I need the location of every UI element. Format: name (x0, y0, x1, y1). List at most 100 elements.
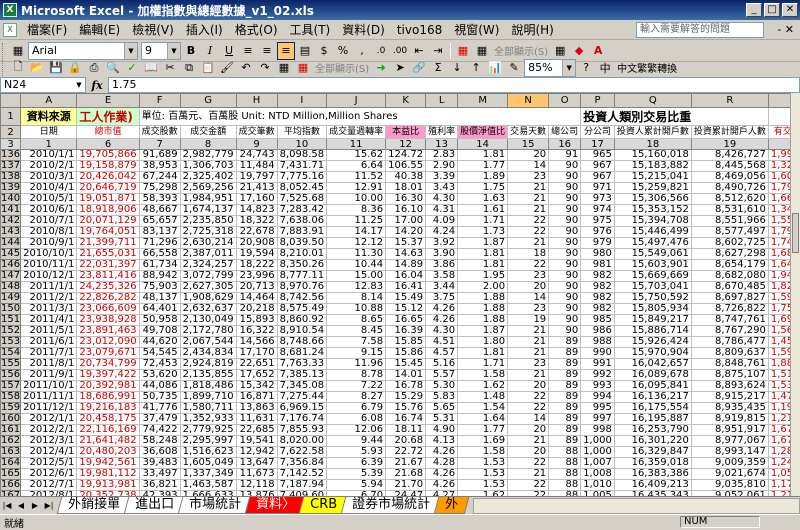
cell[interactable]: 20,392,981 (76, 380, 140, 392)
ime-convert-button[interactable]: 中文繁繁轉換 (615, 60, 679, 75)
cell[interactable]: 1,352,933 (179, 413, 237, 425)
cell[interactable]: 15,342 (235, 380, 278, 392)
cell[interactable]: 8,951,917 (690, 424, 769, 436)
cell[interactable]: 994 (580, 391, 615, 403)
cell[interactable]: 1,591,470 (767, 292, 790, 304)
cell[interactable]: 8,970.76 (276, 281, 328, 293)
row-header[interactable]: 144 (0, 237, 22, 249)
cell[interactable]: 15.62 (326, 149, 387, 161)
cell[interactable]: 1,580,711 (179, 402, 237, 414)
cell[interactable]: 22,116,169 (76, 424, 140, 436)
cell[interactable]: 8,551,966 (690, 215, 769, 227)
cell[interactable]: 2,172,780 (179, 325, 237, 337)
cell[interactable]: 11.25 (326, 215, 387, 227)
select-all-corner[interactable] (0, 93, 22, 108)
cell[interactable]: 90 (548, 270, 582, 282)
cell[interactable]: 14.17 (326, 226, 387, 238)
cell[interactable]: 8,052.45 (276, 182, 328, 194)
cell[interactable]: 21 (507, 336, 550, 348)
name-box[interactable]: N24 ▼ (0, 77, 86, 93)
cell[interactable]: 8,577,497 (690, 226, 769, 238)
cell[interactable]: 967 (580, 160, 615, 172)
cell[interactable]: 88 (548, 457, 582, 469)
cell[interactable]: 36,608 (138, 446, 181, 458)
workbook-close-button[interactable]: - ✕ (764, 23, 800, 36)
cell[interactable]: 1,287,490 (767, 446, 790, 458)
cell[interactable]: 982 (580, 281, 615, 293)
column-index[interactable]: 18 (613, 138, 692, 150)
cell[interactable]: 3.90 (425, 248, 459, 260)
undo-icon[interactable]: ↶ (237, 59, 255, 77)
sheet-tab-0[interactable]: 外銷接單 (56, 497, 132, 514)
column-index[interactable]: 11 (326, 138, 387, 150)
cell[interactable]: 995 (580, 402, 615, 414)
column-title[interactable]: 總市值 (76, 125, 140, 139)
autosum-icon[interactable]: Σ (429, 59, 447, 77)
cell[interactable]: 8,977,067 (690, 435, 769, 447)
cell[interactable]: 2012/2/1 (20, 424, 78, 436)
menu-tivo168[interactable]: tivo168 (391, 23, 448, 37)
cell[interactable]: 7,187.94 (276, 479, 328, 491)
research-icon[interactable]: 📖 (142, 59, 160, 77)
cell[interactable]: 15.85 (385, 336, 427, 348)
source-label[interactable]: 資料來源 (20, 107, 78, 126)
cell[interactable]: 4.30 (425, 325, 459, 337)
cell[interactable]: 1.53 (457, 468, 509, 480)
column-title[interactable]: 日期 (20, 125, 78, 139)
cell[interactable]: 1,561,595 (767, 325, 790, 337)
sheet-tab-5[interactable]: 證券市場統計 (340, 497, 442, 514)
cell[interactable]: 1.73 (457, 226, 509, 238)
cell[interactable]: 992 (580, 369, 615, 381)
column-header-l[interactable]: L (425, 93, 459, 108)
row-header[interactable]: 142 (0, 215, 22, 227)
cell[interactable]: 8.78 (326, 369, 387, 381)
cell[interactable]: 991 (580, 358, 615, 370)
cell[interactable]: 90 (548, 226, 582, 238)
chevron-down-icon[interactable]: ▼ (562, 59, 576, 76)
cell[interactable]: 58,248 (138, 435, 181, 447)
cell[interactable]: 23 (507, 270, 550, 282)
cell[interactable]: 2011/12/1 (20, 402, 78, 414)
cell[interactable]: 1,991,633 (767, 149, 790, 161)
cell[interactable]: 89 (548, 358, 582, 370)
cell[interactable]: 1.88 (457, 292, 509, 304)
cell[interactable]: 15,886,714 (613, 325, 692, 337)
cell[interactable]: 15,497,476 (613, 237, 692, 249)
row-header[interactable]: 2 (0, 125, 22, 139)
cell[interactable]: 8.36 (326, 204, 387, 216)
cell[interactable]: 1,306,703 (179, 160, 237, 172)
cell[interactable]: 7,345.08 (276, 380, 328, 392)
cell[interactable]: 13,863 (235, 402, 278, 414)
cell[interactable]: 23,066,609 (76, 303, 140, 315)
cell[interactable]: 16.74 (385, 413, 427, 425)
cell[interactable]: 8,682,080 (690, 270, 769, 282)
cell[interactable]: 23,996 (235, 270, 278, 282)
column-index[interactable]: 12 (385, 138, 427, 150)
column-index[interactable]: 14 (457, 138, 509, 150)
column-index[interactable]: 13 (425, 138, 459, 150)
cell[interactable]: 2010/3/1 (20, 171, 78, 183)
cell[interactable]: 16,329,847 (613, 446, 692, 458)
redo-icon[interactable]: ↷ (256, 59, 274, 77)
cell[interactable]: 8,935,435 (690, 402, 769, 414)
function-icon[interactable]: fx (86, 79, 108, 92)
cell[interactable]: 19,981,112 (76, 468, 140, 480)
cell[interactable]: 1,454,560 (767, 336, 790, 348)
column-header-q[interactable]: Q (613, 93, 692, 108)
cell[interactable]: 15,549,061 (613, 248, 692, 260)
cell[interactable]: 1.58 (457, 369, 509, 381)
cell[interactable]: 7,525.68 (276, 193, 328, 205)
cell[interactable]: 22,678 (235, 226, 278, 238)
copy-icon[interactable]: ⧉ (180, 59, 198, 77)
cell[interactable]: 16,095,841 (613, 380, 692, 392)
cell[interactable]: 15.45 (385, 358, 427, 370)
cell[interactable]: 4.09 (425, 215, 459, 227)
cell[interactable]: 1,908,629 (179, 292, 237, 304)
cell[interactable]: 8,748.66 (276, 336, 328, 348)
cell[interactable]: 21.67 (385, 457, 427, 469)
cell[interactable]: 15.00 (326, 270, 387, 282)
cell[interactable]: 50,958 (138, 314, 181, 326)
cell[interactable]: 1,791,734 (767, 226, 790, 238)
cell[interactable]: 2010/11/1 (20, 259, 78, 271)
cell[interactable]: 2010/7/1 (20, 215, 78, 227)
